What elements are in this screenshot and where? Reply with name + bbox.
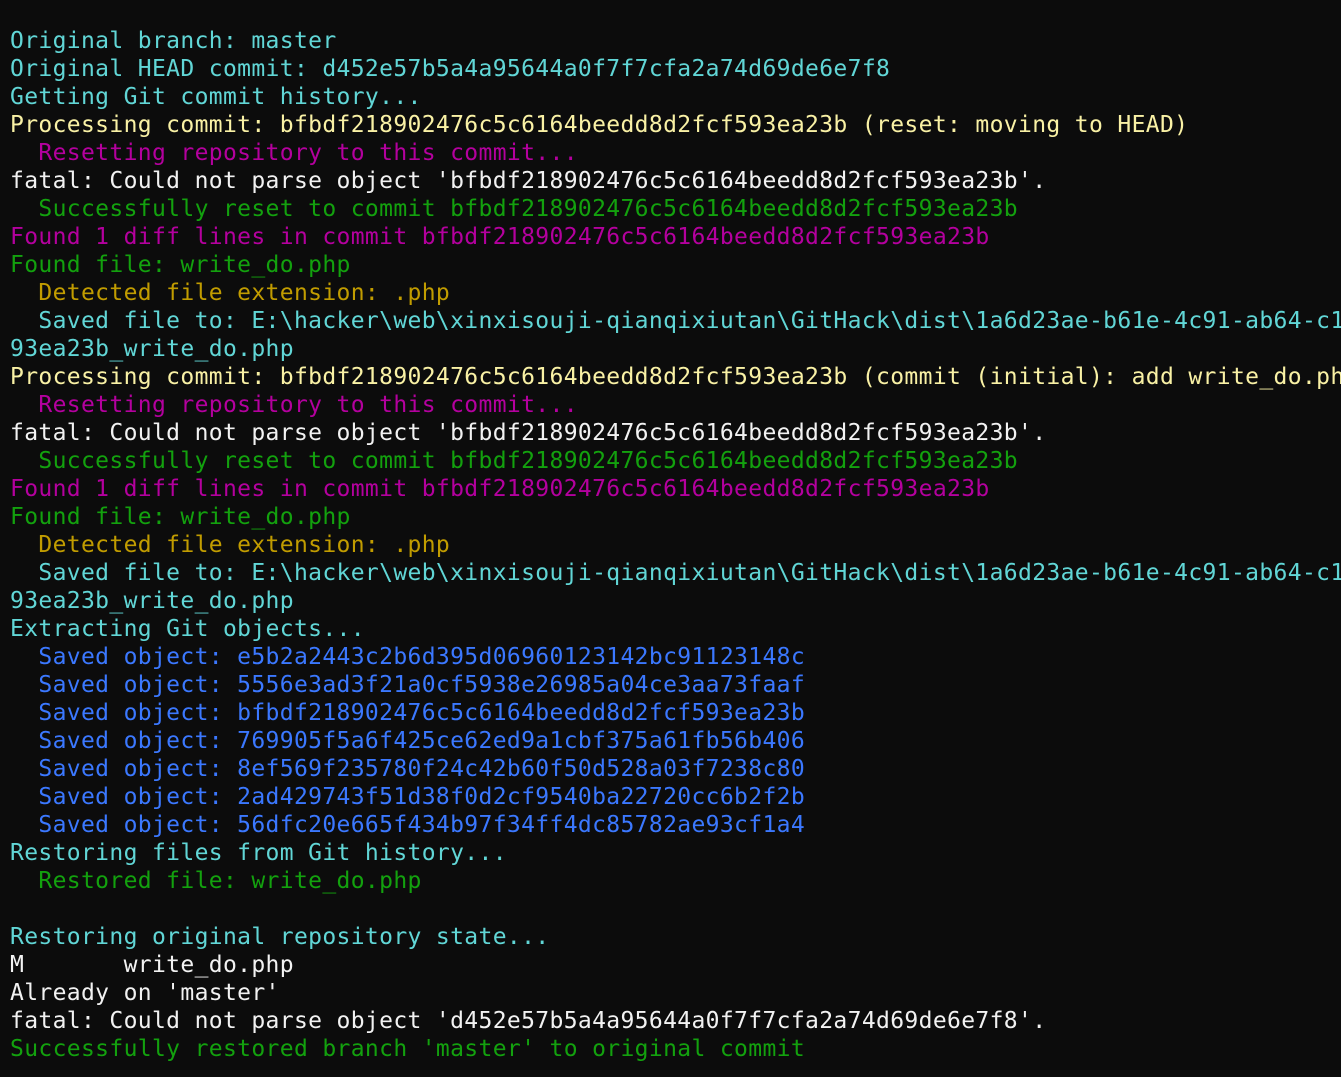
line-fatal: fatal: Could not parse object 'bfbdf2189… <box>10 168 1047 194</box>
line-restore-success: Successfully restored branch 'master' to… <box>10 1036 806 1062</box>
line-saved-object: Saved object: 5556e3ad3f21a0cf5938e26985… <box>10 672 806 698</box>
terminal-output[interactable]: Original branch: master Original HEAD co… <box>0 0 1341 1077</box>
line-blank <box>10 895 1341 923</box>
line-saved-object: Saved object: 56dfc20e665f434b97f34ff4dc… <box>10 812 806 838</box>
line-git-status: M write_do.php <box>10 952 294 978</box>
line-found-file: Found file: write_do.php <box>10 252 351 278</box>
line-saved-file-cont: 93ea23b_write_do.php <box>10 336 294 362</box>
line-saved-object: Saved object: 769905f5a6f425ce62ed9a1cbf… <box>10 728 806 754</box>
line-saved-object: Saved object: e5b2a2443c2b6d395d06960123… <box>10 644 806 670</box>
line-getting-history: Getting Git commit history... <box>10 84 422 110</box>
line-resetting: Resetting repository to this commit... <box>10 392 578 418</box>
line-processing-commit: Processing commit: bfbdf218902476c5c6164… <box>10 364 1341 390</box>
line-saved-object: Saved object: bfbdf218902476c5c6164beedd… <box>10 700 806 726</box>
line-saved-file-cont: 93ea23b_write_do.php <box>10 588 294 614</box>
line-already-on-master: Already on 'master' <box>10 980 280 1006</box>
line-original-branch: Original branch: master <box>10 28 337 54</box>
line-reset-success: Successfully reset to commit bfbdf218902… <box>10 196 1018 222</box>
line-found-diff: Found 1 diff lines in commit bfbdf218902… <box>10 476 990 502</box>
line-detected-extension: Detected file extension: .php <box>10 532 451 558</box>
line-reset-success: Successfully reset to commit bfbdf218902… <box>10 448 1018 474</box>
line-found-file: Found file: write_do.php <box>10 504 351 530</box>
line-found-diff: Found 1 diff lines in commit bfbdf218902… <box>10 224 990 250</box>
line-resetting: Resetting repository to this commit... <box>10 140 578 166</box>
line-saved-file: Saved file to: E:\hacker\web\xinxisouji-… <box>10 308 1341 334</box>
line-saved-object: Saved object: 2ad429743f51d38f0d2cf9540b… <box>10 784 806 810</box>
line-detected-extension: Detected file extension: .php <box>10 280 451 306</box>
line-restoring-files: Restoring files from Git history... <box>10 840 507 866</box>
line-restored-file: Restored file: write_do.php <box>10 868 422 894</box>
line-restoring-state: Restoring original repository state... <box>10 924 550 950</box>
line-fatal: fatal: Could not parse object 'd452e57b5… <box>10 1008 1047 1034</box>
line-fatal: fatal: Could not parse object 'bfbdf2189… <box>10 420 1047 446</box>
line-saved-object: Saved object: 8ef569f235780f24c42b60f50d… <box>10 756 806 782</box>
line-extracting-objects: Extracting Git objects... <box>10 616 365 642</box>
line-processing-commit: Processing commit: bfbdf218902476c5c6164… <box>10 112 1189 138</box>
line-saved-file: Saved file to: E:\hacker\web\xinxisouji-… <box>10 560 1341 586</box>
line-original-head: Original HEAD commit: d452e57b5a4a95644a… <box>10 56 891 82</box>
